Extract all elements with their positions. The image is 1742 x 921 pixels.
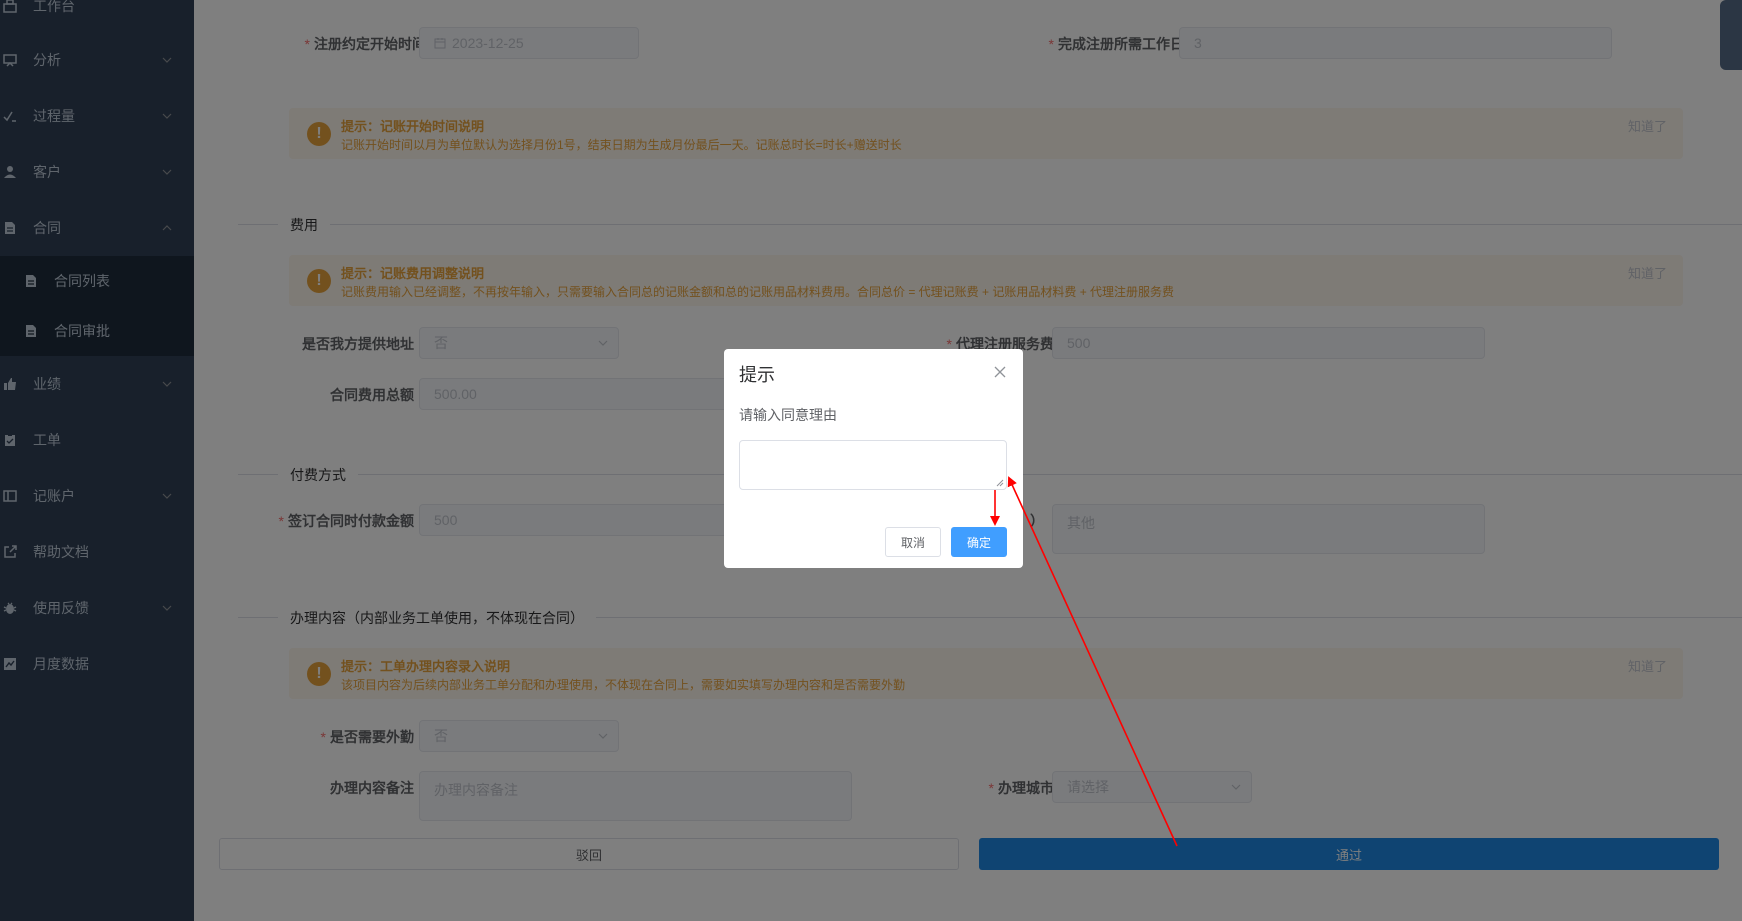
- resize-handle-icon[interactable]: [996, 479, 1004, 487]
- close-icon[interactable]: [993, 365, 1007, 379]
- floating-toolbar-widget[interactable]: [1720, 0, 1742, 70]
- reason-input[interactable]: [739, 440, 1007, 490]
- cancel-button[interactable]: 取消: [885, 527, 941, 557]
- confirm-button[interactable]: 确定: [951, 527, 1007, 557]
- dialog-title: 提示: [739, 365, 775, 385]
- dialog-message: 请输入同意理由: [739, 407, 837, 423]
- approve-reason-dialog: 提示 请输入同意理由 取消 确定: [724, 349, 1023, 568]
